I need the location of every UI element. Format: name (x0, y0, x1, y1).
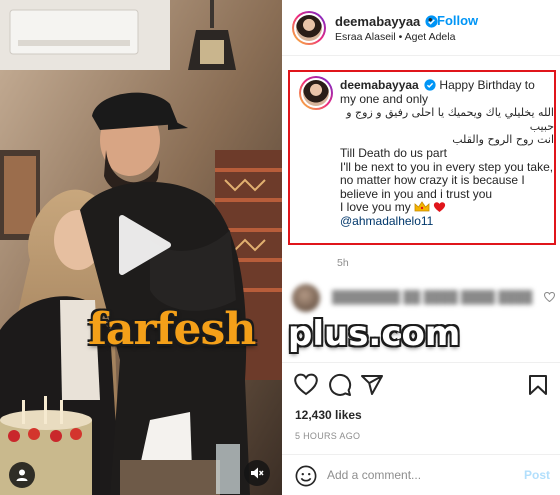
post-details-panel: deemabayyaa • Follow Esraa Alaseil • Age… (282, 0, 560, 495)
post-media-video[interactable] (0, 0, 282, 495)
comment-input[interactable] (327, 464, 512, 486)
bookmark-icon[interactable] (526, 373, 550, 397)
posted-timestamp[interactable]: 5 HOURS AGO (295, 431, 360, 441)
verified-badge-icon (424, 79, 436, 91)
follow-button[interactable]: Follow (437, 13, 478, 28)
caption-line-till-death: Till Death do us part (340, 145, 447, 160)
caption-line-arabic-1: الله يخليلي ياك ويحميك يا احلى رفيق و زو… (346, 106, 554, 133)
share-icon[interactable] (360, 373, 384, 397)
mute-toggle-button[interactable] (244, 460, 270, 486)
caption-highlight-box: deemabayyaa Happy Birthday to my one and… (288, 70, 556, 245)
muted-speaker-icon (251, 467, 264, 479)
blurred-comment: ████████ ██ ████ ████ ████ (292, 284, 555, 312)
post-actions-bar (282, 362, 560, 404)
caption-line-arabic-2: انت روح الروح والقلب (452, 133, 554, 147)
emoji-icon[interactable] (295, 465, 317, 487)
blurred-comment-text: ████████ ██ ████ ████ ████ (332, 290, 533, 304)
red-heart-emoji-icon (434, 202, 446, 213)
caption-author-avatar[interactable] (299, 76, 333, 110)
tagged-users-button[interactable] (9, 462, 35, 488)
comment-like-icon[interactable] (544, 292, 555, 302)
author-username-row: deemabayyaa (335, 13, 438, 31)
post-comment-button[interactable]: Post (524, 468, 550, 482)
user-tag-icon (16, 469, 28, 481)
post-header: deemabayyaa • Follow Esraa Alaseil • Age… (282, 0, 560, 56)
header-separator: • (428, 12, 433, 27)
caption-line-love: I love you my (340, 201, 554, 215)
likes-count[interactable]: 12,430 likes (295, 408, 362, 422)
author-username[interactable]: deemabayyaa (335, 14, 420, 29)
add-comment-bar: Post (282, 454, 560, 495)
crown-emoji-icon (414, 201, 430, 212)
play-button[interactable] (116, 214, 172, 276)
play-icon (119, 215, 171, 275)
commenter-avatar (292, 284, 320, 312)
caption-time-ago[interactable]: 5h (337, 257, 349, 269)
caption-line-promise: I'll be next to you in every step you ta… (340, 159, 554, 201)
comment-icon[interactable] (328, 373, 352, 397)
caption-love-text: I love you my (340, 200, 411, 215)
caption-text: deemabayyaa Happy Birthday to my one and… (340, 78, 554, 229)
caption-mention-link[interactable]: @ahmadalhelo11 (340, 214, 554, 229)
author-avatar[interactable] (292, 11, 326, 45)
tagged-people[interactable]: Esraa Alaseil • Aget Adela (335, 31, 455, 43)
caption-author-username[interactable]: deemabayyaa (340, 78, 419, 92)
heart-icon[interactable] (294, 373, 318, 397)
